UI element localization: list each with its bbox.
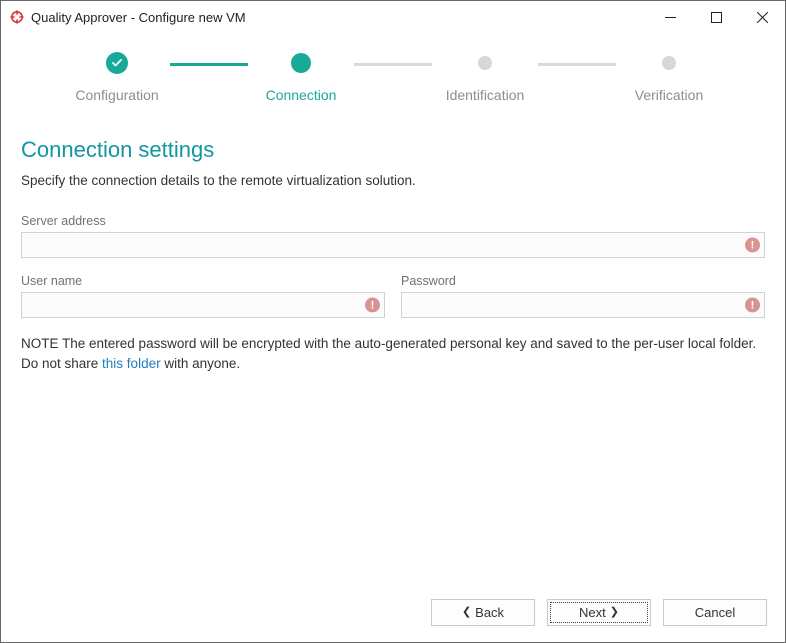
back-button[interactable]: ❮ Back bbox=[431, 599, 535, 626]
validation-error-icon bbox=[365, 298, 380, 313]
step-label: Connection bbox=[266, 87, 337, 103]
step-pending-icon bbox=[662, 56, 676, 70]
page-subheading: Specify the connection details to the re… bbox=[21, 173, 765, 188]
step-label: Identification bbox=[446, 87, 525, 103]
step-label: Verification bbox=[635, 87, 703, 103]
close-button[interactable] bbox=[739, 1, 785, 33]
this-folder-link[interactable]: this folder bbox=[102, 356, 161, 371]
chevron-left-icon: ❮ bbox=[462, 607, 471, 618]
step-connector bbox=[354, 63, 432, 66]
step-identification: Identification bbox=[434, 51, 536, 103]
password-note: NOTE The entered password will be encryp… bbox=[21, 334, 765, 373]
wizard-stepper: Configuration Connection Identification … bbox=[1, 33, 785, 113]
validation-error-icon bbox=[745, 238, 760, 253]
step-pending-icon bbox=[478, 56, 492, 70]
minimize-button[interactable] bbox=[647, 1, 693, 33]
server-address-label: Server address bbox=[21, 214, 765, 228]
next-button[interactable]: Next ❯ bbox=[547, 599, 651, 626]
back-button-label: Back bbox=[475, 605, 504, 620]
step-current-icon bbox=[291, 53, 311, 73]
step-label: Configuration bbox=[75, 87, 158, 103]
user-name-label: User name bbox=[21, 274, 385, 288]
wizard-footer: ❮ Back Next ❯ Cancel bbox=[1, 599, 785, 642]
step-connector bbox=[170, 63, 248, 66]
step-verification: Verification bbox=[618, 51, 720, 103]
validation-error-icon bbox=[745, 298, 760, 313]
titlebar: Quality Approver - Configure new VM bbox=[1, 1, 785, 33]
step-connection: Connection bbox=[250, 51, 352, 103]
password-input[interactable] bbox=[401, 292, 765, 318]
step-connector bbox=[538, 63, 616, 66]
maximize-button[interactable] bbox=[693, 1, 739, 33]
cancel-button-label: Cancel bbox=[695, 605, 735, 620]
window-title: Quality Approver - Configure new VM bbox=[31, 10, 647, 25]
password-label: Password bbox=[401, 274, 765, 288]
window-controls bbox=[647, 1, 785, 33]
next-button-label: Next bbox=[579, 605, 606, 620]
note-suffix: with anyone. bbox=[161, 356, 241, 371]
step-done-icon bbox=[106, 52, 128, 74]
page-heading: Connection settings bbox=[21, 137, 765, 163]
app-icon bbox=[9, 9, 25, 25]
chevron-right-icon: ❯ bbox=[610, 607, 619, 618]
cancel-button[interactable]: Cancel bbox=[663, 599, 767, 626]
server-address-input[interactable] bbox=[21, 232, 765, 258]
user-name-input[interactable] bbox=[21, 292, 385, 318]
step-configuration: Configuration bbox=[66, 51, 168, 103]
content-area: Connection settings Specify the connecti… bbox=[1, 113, 785, 599]
